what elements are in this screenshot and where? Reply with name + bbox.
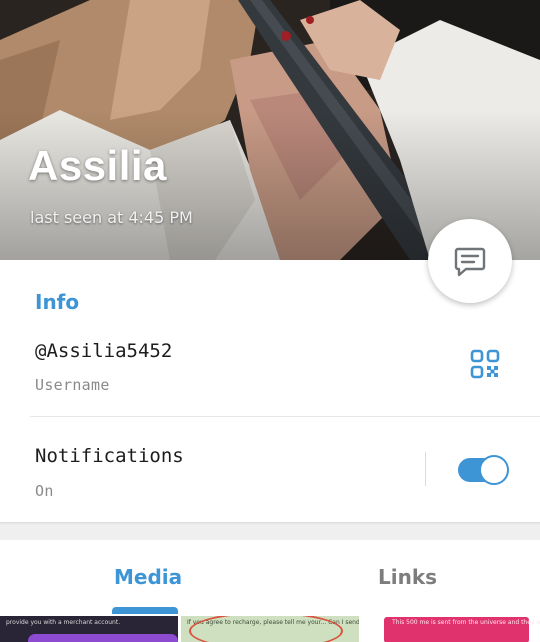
toggle-separator (425, 452, 426, 486)
tab-media[interactable]: Media (114, 565, 182, 589)
media-thumbnail[interactable]: provide you with a merchant account. (0, 616, 178, 642)
message-icon (454, 247, 486, 277)
media-thumbnail[interactable]: This 500 me is sent from the universe an… (362, 616, 540, 642)
username-value[interactable]: @Assilia5452 (35, 340, 172, 362)
media-thumbnail-circle (189, 616, 343, 642)
notifications-toggle[interactable] (458, 455, 509, 485)
media-thumbnail[interactable]: If you agree to recharge, please tell me… (181, 616, 359, 642)
notifications-title[interactable]: Notifications (35, 445, 184, 467)
send-message-button[interactable] (428, 219, 512, 303)
media-thumbnail-caption: This 500 me is sent from the universe an… (392, 619, 540, 626)
qr-code-icon (470, 349, 500, 379)
media-thumbnail-caption: provide you with a merchant account. (6, 619, 121, 626)
toggle-knob (479, 455, 509, 485)
username-label: Username (35, 376, 110, 394)
media-grid: provide you with a merchant account. If … (0, 614, 540, 642)
shared-content-tabs: Media Links (0, 540, 540, 614)
section-separator-shadow (0, 522, 540, 525)
info-divider (30, 416, 540, 417)
info-section-title: Info (35, 290, 80, 314)
active-tab-indicator (112, 607, 178, 614)
tab-links[interactable]: Links (378, 565, 437, 589)
qr-code-button[interactable] (470, 349, 500, 379)
media-thumbnail-highlight (28, 634, 178, 642)
notifications-status: On (35, 482, 54, 500)
profile-name: Assilia (28, 142, 167, 189)
last-seen-status: last seen at 4:45 PM (30, 208, 193, 227)
